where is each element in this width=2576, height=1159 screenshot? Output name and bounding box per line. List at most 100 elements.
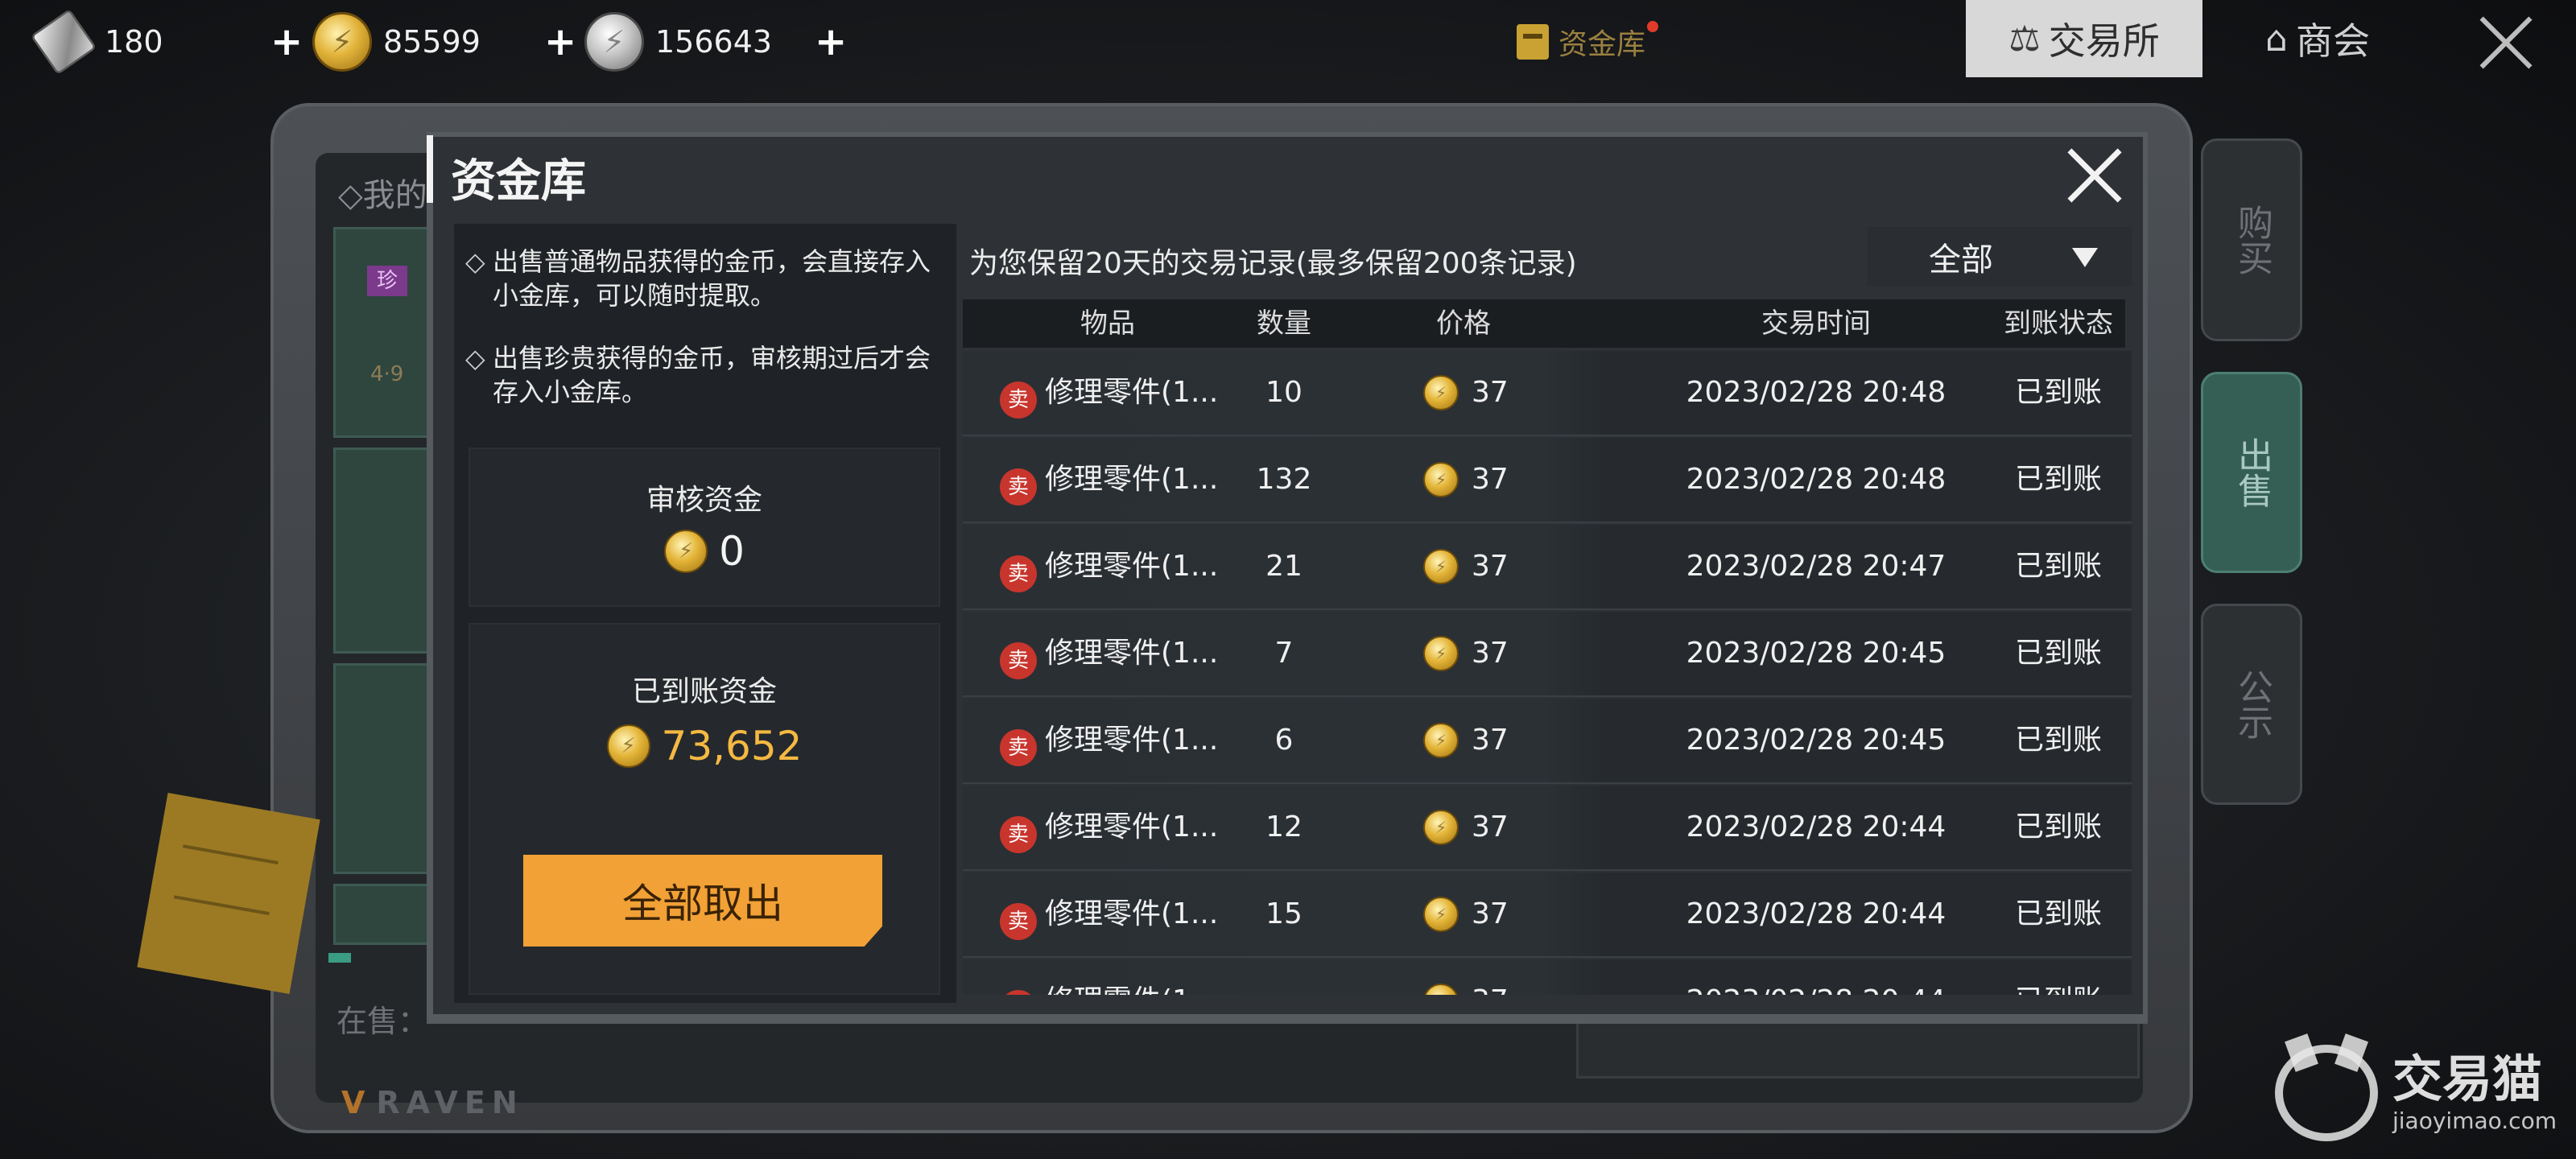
cell-qty: 21 <box>1265 550 1302 583</box>
cell-qty: 10 <box>1265 376 1302 409</box>
gold-count: 85599 <box>383 24 481 60</box>
tab-label: 出售 <box>2231 437 2273 508</box>
column-header-price: 价格 <box>1436 307 1491 340</box>
review-funds-box: 审核资金 0 <box>469 448 940 607</box>
column-header-item: 物品 <box>1080 307 1135 340</box>
cell-price: 37 <box>1423 786 1509 869</box>
record-filter-dropdown[interactable]: 全部 <box>1868 227 2132 287</box>
silver-resource: ⚡ 156643 <box>584 11 772 72</box>
watermark-url: jiaoyimao.com <box>2392 1107 2557 1134</box>
vault-icon <box>1517 24 1549 60</box>
gold-resource: ⚡ 85599 <box>312 11 481 72</box>
gold-coin-icon <box>1423 897 1459 932</box>
modal-close-icon[interactable] <box>2067 148 2122 203</box>
table-row: 卖 修理零件(1... 15 37 2023/02/28 20:44 已到账 <box>963 872 2132 958</box>
arrived-funds-label: 已到账资金 <box>631 675 777 708</box>
arrived-funds-value: 73,652 <box>661 723 803 769</box>
table-row: 卖 修理零件(1... 21 37 2023/02/28 20:47 已到账 <box>963 525 2132 610</box>
diamond-icon <box>30 8 97 76</box>
jiaoyimao-watermark: 交易猫 jiaoyimao.com <box>2275 1045 2557 1141</box>
cell-item: 修理零件(1... <box>1045 637 1219 670</box>
gold-coin-icon <box>664 530 708 573</box>
balance-scale-icon: ⚖ <box>2008 18 2041 60</box>
cell-item: 修理零件(1... <box>1045 959 1218 995</box>
cell-price: 37 <box>1423 959 1509 995</box>
cell-qty: 12 <box>1265 810 1302 843</box>
table-row: 卖 修理零件(1... 7 37 2023/02/28 20:45 已到账 <box>963 612 2132 697</box>
close-icon[interactable] <box>2478 14 2534 71</box>
column-header-status: 到账状态 <box>2004 307 2113 340</box>
sell-badge: 卖 <box>1000 382 1037 419</box>
review-funds-label: 审核资金 <box>646 484 762 517</box>
cell-status: 已到账 <box>2014 463 2102 496</box>
cell-status: 已到账 <box>2006 959 2111 995</box>
cell-item: 修理零件(1... <box>1045 810 1219 843</box>
cell-qty: 15 <box>1265 897 1302 930</box>
table-row: 卖 修理零件(1... 37 2023/02/28 20:44 已到账 <box>963 959 2132 995</box>
table-row: 卖 修理零件(1... 132 37 2023/02/28 20:48 已到账 <box>963 438 2132 523</box>
table-row: 卖 修理零件(1... 12 37 2023/02/28 20:44 已到账 <box>963 786 2132 871</box>
price-value: 37 <box>1472 959 1509 995</box>
listing-card[interactable] <box>333 884 440 945</box>
gold-coin-icon <box>1423 984 1459 995</box>
price-value: 37 <box>1472 376 1509 409</box>
tab-announce[interactable]: 公示 <box>2201 604 2302 805</box>
gold-coin-icon <box>1423 810 1459 845</box>
diamond-resource: 180 <box>30 8 163 76</box>
cell-time: 2023/02/28 20:45 <box>1686 637 1946 670</box>
records-list[interactable]: 卖 修理零件(1... 10 37 2023/02/28 20:48 已到账 卖… <box>963 351 2132 995</box>
records-table-header: 物品 数量 价格 交易时间 到账状态 <box>963 299 2125 348</box>
raven-logo: RAVEN <box>341 1085 524 1120</box>
tab-buy[interactable]: 购买 <box>2201 138 2302 341</box>
withdraw-all-button[interactable]: 全部取出 <box>523 855 882 947</box>
notification-dot <box>1647 21 1659 32</box>
home-icon: ⌂ <box>2265 18 2288 60</box>
listing-card[interactable] <box>333 227 440 438</box>
listing-card[interactable] <box>333 448 440 654</box>
gold-coin-icon: ⚡ <box>312 12 372 72</box>
cell-status: 已到账 <box>2014 376 2102 409</box>
gold-coin-icon <box>1423 549 1459 584</box>
top-bar: 180 + ⚡ 85599 + ⚡ 156643 + 资金库 ⚖ 交易所 ⌂ 商… <box>0 0 2576 84</box>
table-row: 卖 修理零件(1... 6 37 2023/02/28 20:45 已到账 <box>963 699 2132 784</box>
price-value: 37 <box>1472 550 1509 583</box>
vault-nav[interactable]: 资金库 <box>1517 16 1659 68</box>
add-silver-button[interactable]: + <box>815 18 847 66</box>
silver-coin-icon: ⚡ <box>584 12 644 72</box>
exchange-tab-label: 交易所 <box>2048 19 2160 63</box>
price-value: 37 <box>1472 897 1509 930</box>
review-funds-value: 0 <box>719 528 745 575</box>
add-gold-button[interactable]: + <box>544 18 576 66</box>
records-title: 为您保留20天的交易记录(最多保留200条记录) <box>969 247 1577 280</box>
add-diamond-button[interactable]: + <box>270 18 303 66</box>
tab-label: 购买 <box>2231 204 2273 275</box>
price-value: 37 <box>1472 724 1509 757</box>
listing-card[interactable] <box>333 663 440 874</box>
tab-label: 公示 <box>2231 669 2273 740</box>
cell-price: 37 <box>1423 438 1509 522</box>
watermark-name: 交易猫 <box>2392 1050 2543 1108</box>
sell-badge: 卖 <box>1000 729 1037 766</box>
sell-badge: 卖 <box>1000 903 1037 940</box>
column-header-time: 交易时间 <box>1761 307 1871 340</box>
exchange-tab[interactable]: ⚖ 交易所 <box>1966 0 2202 77</box>
silver-count: 156643 <box>655 24 773 60</box>
shop-tab[interactable]: ⌂ 商会 <box>2265 0 2410 77</box>
vault-nav-label: 资金库 <box>1558 28 1646 61</box>
cell-status: 已到账 <box>2014 724 2102 757</box>
cell-time: 2023/02/28 20:48 <box>1686 376 1946 409</box>
cell-qty: 7 <box>1274 637 1294 670</box>
cell-qty: 6 <box>1274 724 1294 757</box>
cell-qty: 132 <box>1256 463 1312 496</box>
sell-badge: 卖 <box>1000 816 1037 853</box>
note-normal-items: 出售普通物品获得的金币，会直接存入小金库，可以随时提取。 <box>465 245 948 312</box>
tab-sell[interactable]: 出售 <box>2201 372 2302 573</box>
table-row: 卖 修理零件(1... 10 37 2023/02/28 20:48 已到账 <box>963 351 2132 436</box>
review-funds-value-row: 0 <box>470 528 939 575</box>
cell-status: 已到账 <box>2014 550 2102 583</box>
cell-price: 37 <box>1423 612 1509 695</box>
modal-title: 资金库 <box>451 155 586 208</box>
gold-coin-icon <box>606 724 650 768</box>
shop-tab-label: 商会 <box>2295 19 2370 63</box>
cell-status: 已到账 <box>2014 637 2102 670</box>
